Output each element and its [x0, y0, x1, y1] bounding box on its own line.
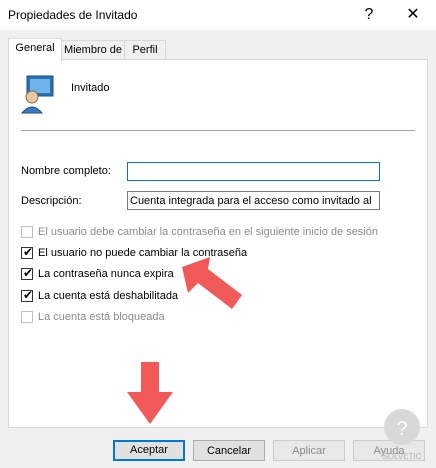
close-button[interactable]: ✕: [398, 4, 428, 26]
help-title-button[interactable]: ?: [354, 4, 384, 26]
tab-miembro-de[interactable]: Miembro de: [60, 40, 126, 60]
tab-perfil[interactable]: Perfil: [124, 40, 166, 60]
option-label: La contraseña nunca expira: [38, 268, 174, 280]
tab-general[interactable]: General: [8, 38, 62, 61]
option-label: La cuenta está bloqueada: [38, 311, 165, 323]
full-name-label: Nombre completo:: [21, 165, 111, 177]
accept-button[interactable]: Aceptar: [113, 440, 185, 461]
description-label: Descripción:: [21, 195, 82, 207]
dialog-body: General Miembro de Perfil Invitado Nombr…: [0, 30, 436, 468]
window-titlebar: Propiedades de Invitado ? ✕: [0, 0, 436, 30]
option-label: El usuario debe cambiar la contraseña en…: [38, 226, 378, 238]
check-icon: ✔: [23, 266, 34, 280]
svg-text:SOLVETIC: SOLVETIC: [383, 452, 422, 461]
checkbox[interactable]: [21, 226, 33, 238]
check-icon: ✔: [23, 288, 34, 302]
pointer-arrow-icon: [182, 257, 242, 309]
checkbox[interactable]: ✔: [21, 266, 34, 280]
down-arrow-icon: [127, 362, 173, 424]
checkbox[interactable]: ✔: [21, 245, 34, 259]
option-label: La cuenta está deshabilitada: [38, 290, 179, 302]
user-account-icon: [21, 75, 54, 114]
checkbox[interactable]: ✔: [21, 288, 34, 302]
cancel-button[interactable]: Cancelar: [193, 440, 265, 461]
checkbox[interactable]: [21, 311, 33, 323]
watermark-logo: ? SOLVETIC: [383, 409, 422, 461]
divider: [21, 130, 415, 131]
general-panel: Invitado Nombre completo: Descripción: C…: [8, 59, 428, 428]
window-title: Propiedades de Invitado: [8, 8, 138, 22]
apply-button: Aplicar: [273, 440, 345, 461]
check-icon: ✔: [23, 245, 34, 259]
description-input[interactable]: Cuenta integrada para el acceso como inv…: [127, 191, 380, 210]
svg-text:?: ?: [396, 418, 407, 440]
full-name-input[interactable]: [127, 162, 380, 181]
user-name: Invitado: [71, 82, 110, 94]
